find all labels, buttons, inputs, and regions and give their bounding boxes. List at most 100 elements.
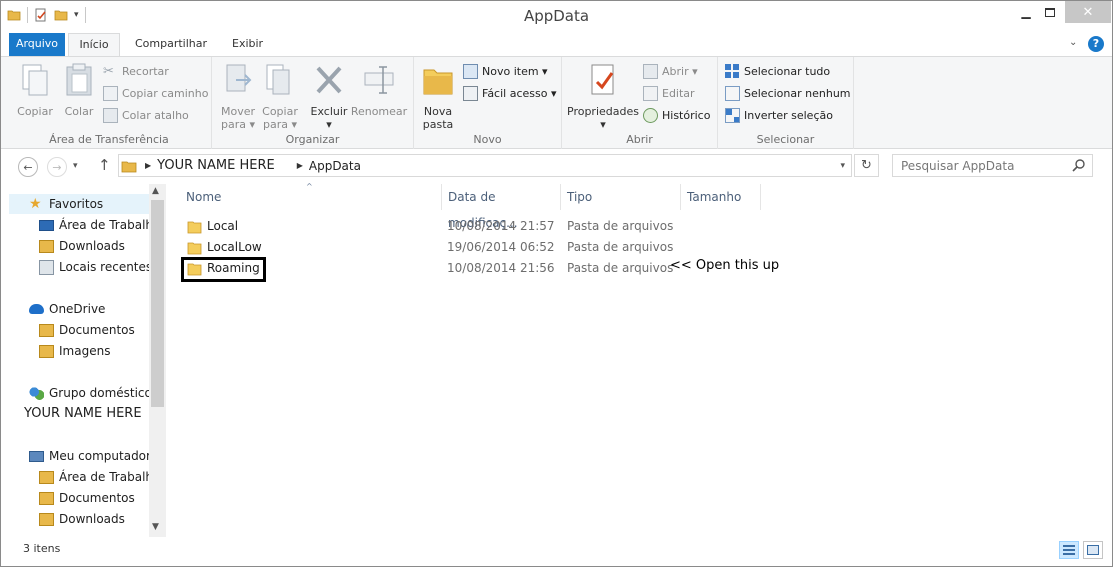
downloads-folder-icon bbox=[39, 239, 54, 253]
properties-dropdown-arrow[interactable]: ▾ bbox=[567, 118, 639, 131]
open-group: Propriedades ▾ Abrir ▾ Editar Histórico … bbox=[562, 57, 718, 149]
nav-recent[interactable]: Locais recentes bbox=[39, 257, 152, 277]
breadcrumb-appdata[interactable]: AppData bbox=[309, 159, 361, 173]
folder-icon bbox=[39, 491, 54, 505]
new-item-label: Novo item ▾ bbox=[482, 64, 548, 78]
nav-computer[interactable]: Meu computador bbox=[29, 446, 151, 466]
close-button[interactable]: ✕ bbox=[1065, 1, 1111, 23]
select-all-button[interactable]: Selecionar tudo bbox=[725, 62, 830, 80]
history-icon bbox=[643, 107, 658, 123]
nav-pc-desktop-label: Área de Trabalho bbox=[59, 470, 161, 484]
nav-downloads-label: Downloads bbox=[59, 239, 125, 253]
cut-button[interactable]: ✂ Recortar bbox=[103, 62, 169, 80]
delete-label: Excluir bbox=[310, 105, 348, 118]
minimize-icon: ▁ bbox=[1021, 5, 1031, 19]
new-item-button[interactable]: Novo item ▾ bbox=[463, 62, 548, 80]
scrollbar-thumb[interactable] bbox=[151, 200, 164, 407]
move-to-label-line2: para ▾ bbox=[220, 118, 255, 131]
tab-file[interactable]: Arquivo bbox=[9, 33, 65, 56]
new-group: Nova pasta Novo item ▾ Fácil acesso ▾ No… bbox=[414, 57, 562, 149]
delete-icon bbox=[316, 66, 342, 94]
nav-downloads[interactable]: Downloads bbox=[39, 236, 125, 256]
breadcrumb-separator-icon[interactable]: ▶ bbox=[145, 161, 151, 170]
scroll-up-icon[interactable]: ▲ bbox=[152, 186, 159, 196]
tab-share[interactable]: Compartilhar bbox=[125, 33, 217, 56]
open-button[interactable]: Abrir ▾ bbox=[643, 62, 698, 80]
nav-pc-documents[interactable]: Documentos bbox=[39, 488, 135, 508]
nav-onedrive-pictures[interactable]: Imagens bbox=[39, 341, 110, 361]
easy-access-icon bbox=[463, 85, 478, 101]
table-row[interactable]: Roaming 10/08/2014 21:56 Pasta de arquiv… bbox=[168, 258, 1112, 279]
maximize-button[interactable] bbox=[1035, 1, 1065, 23]
rename-icon bbox=[364, 66, 394, 94]
select-group-label: Selecionar bbox=[756, 133, 815, 146]
column-header-date[interactable]: Data de modificaç... bbox=[441, 184, 561, 230]
rename-button[interactable]: Renomear bbox=[350, 62, 408, 118]
column-header-size[interactable]: Tamanho bbox=[681, 184, 761, 210]
paste-button[interactable]: Colar bbox=[59, 62, 99, 118]
search-input[interactable]: Pesquisar AppData bbox=[892, 154, 1093, 177]
easy-access-button[interactable]: Fácil acesso ▾ bbox=[463, 84, 556, 102]
delete-dropdown-arrow[interactable]: ▾ bbox=[309, 118, 349, 131]
tab-view[interactable]: Exibir bbox=[222, 33, 273, 56]
maximize-icon bbox=[1045, 7, 1055, 17]
invert-selection-button[interactable]: Inverter seleção bbox=[725, 106, 833, 124]
edit-button[interactable]: Editar bbox=[643, 84, 695, 102]
copy-button[interactable]: Copiar bbox=[15, 62, 55, 118]
paste-label: Colar bbox=[64, 105, 94, 118]
clipboard-group: Copiar Colar ✂ Recortar Copiar caminho C… bbox=[7, 57, 212, 149]
scroll-down-icon[interactable]: ▼ bbox=[152, 522, 159, 532]
column-header-type[interactable]: Tipo bbox=[561, 184, 681, 210]
window-title: AppData bbox=[523, 7, 590, 25]
nav-homegroup-user-label: YOUR NAME HERE bbox=[24, 405, 142, 421]
move-to-icon bbox=[226, 64, 252, 92]
nav-pc-desktop[interactable]: Área de Trabalho bbox=[39, 467, 160, 487]
properties-button[interactable]: Propriedades ▾ bbox=[567, 62, 639, 131]
chevron-down-icon[interactable]: ⌄ bbox=[1069, 37, 1077, 48]
up-arrow-icon[interactable]: ↑ bbox=[98, 156, 111, 174]
delete-button[interactable]: Excluir ▾ bbox=[309, 62, 349, 131]
forward-button[interactable]: → bbox=[47, 157, 67, 177]
nav-desktop[interactable]: Área de Trabalho bbox=[39, 215, 160, 235]
folder-icon bbox=[187, 221, 202, 233]
new-folder-icon bbox=[423, 69, 453, 95]
copy-icon bbox=[22, 64, 48, 96]
details-view-button[interactable] bbox=[1059, 541, 1079, 559]
table-row[interactable]: LocalLow 19/06/2014 06:52 Pasta de arqui… bbox=[168, 237, 1112, 258]
nav-homegroup[interactable]: Grupo doméstico bbox=[29, 383, 152, 403]
back-button[interactable]: ← bbox=[18, 157, 38, 177]
help-icon[interactable]: ? bbox=[1088, 36, 1104, 52]
nav-onedrive[interactable]: OneDrive bbox=[29, 299, 105, 319]
folder-icon bbox=[39, 323, 54, 337]
copy-to-label-line1: Copiar bbox=[262, 105, 298, 118]
nav-favorites[interactable]: ★ Favoritos bbox=[9, 194, 149, 214]
copy-path-button[interactable]: Copiar caminho bbox=[103, 84, 208, 102]
nav-documents-label: Documentos bbox=[59, 323, 135, 337]
column-header-name[interactable]: Nome bbox=[180, 184, 440, 210]
table-row[interactable]: Local 10/08/2014 21:57 Pasta de arquivos bbox=[168, 216, 1112, 237]
history-button[interactable]: Histórico bbox=[643, 106, 710, 124]
address-bar[interactable]: ▶ YOUR NAME HERE ▶ AppData ▾ bbox=[118, 154, 852, 177]
refresh-button[interactable]: ↻ bbox=[854, 154, 879, 177]
breadcrumb-separator-icon[interactable]: ▶ bbox=[297, 161, 303, 170]
select-none-button[interactable]: Selecionar nenhum bbox=[725, 84, 851, 102]
large-icons-view-button[interactable] bbox=[1083, 541, 1103, 559]
nav-pc-downloads[interactable]: Downloads bbox=[39, 509, 125, 529]
file-date: 10/08/2014 21:57 bbox=[447, 219, 555, 233]
address-dropdown-icon[interactable]: ▾ bbox=[840, 161, 845, 171]
paste-shortcut-button[interactable]: Colar atalho bbox=[103, 106, 189, 124]
recent-locations-icon[interactable]: ▾ bbox=[73, 161, 78, 171]
copy-to-icon bbox=[266, 64, 290, 95]
file-type: Pasta de arquivos bbox=[567, 240, 674, 254]
folder-icon bbox=[187, 242, 202, 254]
new-folder-button[interactable]: Nova pasta bbox=[420, 62, 456, 131]
tab-home[interactable]: Início bbox=[68, 33, 120, 57]
nav-onedrive-documents[interactable]: Documentos bbox=[39, 320, 135, 340]
nav-pane-scrollbar[interactable]: ▲ ▼ bbox=[149, 184, 166, 537]
file-name-cell: LocalLow bbox=[187, 237, 262, 258]
move-to-button[interactable]: Mover para ▾ bbox=[218, 62, 258, 131]
annotation-text: << Open this up bbox=[670, 258, 780, 273]
nav-homegroup-user[interactable]: YOUR NAME HERE bbox=[24, 403, 142, 423]
breadcrumb-user[interactable]: YOUR NAME HERE bbox=[157, 158, 275, 173]
copy-to-button[interactable]: Copiar para ▾ bbox=[260, 62, 300, 131]
